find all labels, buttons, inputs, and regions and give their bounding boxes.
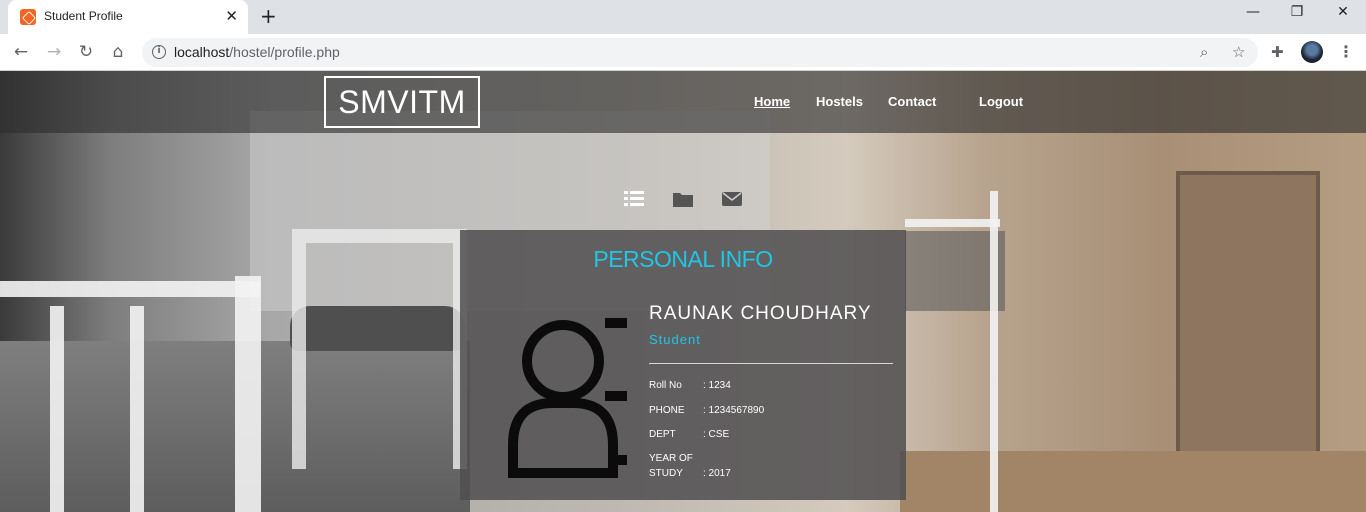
- bookmark-star-icon[interactable]: ☆: [1232, 43, 1245, 61]
- card-divider: [649, 363, 893, 364]
- info-value: : 1234: [703, 380, 731, 391]
- forward-arrow-icon[interactable]: →: [43, 41, 65, 63]
- zoom-icon[interactable]: ⌕: [1200, 43, 1208, 61]
- nav-home-link[interactable]: Home: [754, 94, 790, 109]
- tab-title: Student Profile: [44, 9, 123, 23]
- back-arrow-icon[interactable]: ←: [10, 41, 32, 63]
- site-navbar: SMVITM Home Hostels Contact Logout: [0, 71, 1366, 133]
- info-label: PHONE: [649, 405, 685, 416]
- close-window-button[interactable]: ✕: [1331, 4, 1355, 20]
- info-label: DEPT: [649, 429, 676, 440]
- page-viewport: SMVITM Home Hostels Contact Logout PERSO…: [0, 71, 1366, 512]
- extensions-puzzle-icon[interactable]: ✚: [1271, 43, 1284, 61]
- browser-menu-icon[interactable]: ⋮: [1338, 42, 1354, 62]
- section-title: PERSONAL INFO: [593, 246, 773, 272]
- nav-logout-link[interactable]: Logout: [979, 94, 1023, 109]
- nav-contact-link[interactable]: Contact: [888, 94, 936, 109]
- background-bed-post: [50, 306, 64, 512]
- list-icon[interactable]: [624, 189, 644, 209]
- nav-hostels-link[interactable]: Hostels: [816, 94, 863, 109]
- site-logo[interactable]: SMVITM: [324, 76, 480, 128]
- background-bed-rail: [0, 281, 260, 297]
- background-bed-post: [130, 306, 144, 512]
- background-bunk-rail: [905, 219, 1000, 227]
- url-text[interactable]: localhost/hostel/profile.php: [174, 44, 340, 60]
- background-floor: [900, 451, 1366, 512]
- envelope-icon[interactable]: [722, 189, 742, 209]
- student-role: Student: [649, 332, 701, 347]
- url-path: /hostel/profile.php: [229, 44, 340, 60]
- minimize-button[interactable]: —: [1241, 4, 1265, 20]
- info-value: : 2017: [703, 468, 731, 479]
- browser-tabstrip: Student Profile ✕ + — ❐ ✕: [0, 0, 1366, 34]
- background-bunk-post: [990, 191, 998, 512]
- student-name: RAUNAK CHOUDHARY: [649, 303, 872, 324]
- info-value: : CSE: [703, 429, 730, 440]
- maximize-button[interactable]: ❐: [1285, 4, 1309, 20]
- info-label: YEAR OF: [649, 453, 693, 464]
- background-bed-frame: [292, 229, 467, 469]
- profile-avatar[interactable]: [1301, 41, 1323, 63]
- folder-icon[interactable]: [673, 189, 693, 209]
- background-bed-post: [235, 276, 261, 512]
- xampp-favicon-icon: [20, 9, 36, 25]
- site-info-icon[interactable]: i: [152, 45, 166, 59]
- user-avatar-icon: [508, 318, 627, 478]
- profile-card: PERSONAL INFO RAUNAK CHOUDHARY Student R…: [460, 230, 906, 500]
- home-icon[interactable]: ⌂: [107, 41, 129, 63]
- url-host: localhost: [174, 44, 230, 60]
- info-value: : 1234567890: [703, 405, 765, 416]
- browser-toolbar: ← → ↻ ⌂ i localhost/hostel/profile.php ⌕…: [0, 34, 1366, 71]
- reload-icon[interactable]: ↻: [75, 41, 97, 63]
- info-label: Roll No: [649, 380, 682, 391]
- new-tab-button[interactable]: +: [260, 5, 277, 27]
- address-bar[interactable]: i localhost/hostel/profile.php ⌕ ☆: [142, 38, 1258, 67]
- browser-tab[interactable]: Student Profile ✕: [8, 0, 248, 34]
- tab-close-icon[interactable]: ✕: [225, 7, 238, 25]
- info-label: STUDY: [649, 468, 683, 479]
